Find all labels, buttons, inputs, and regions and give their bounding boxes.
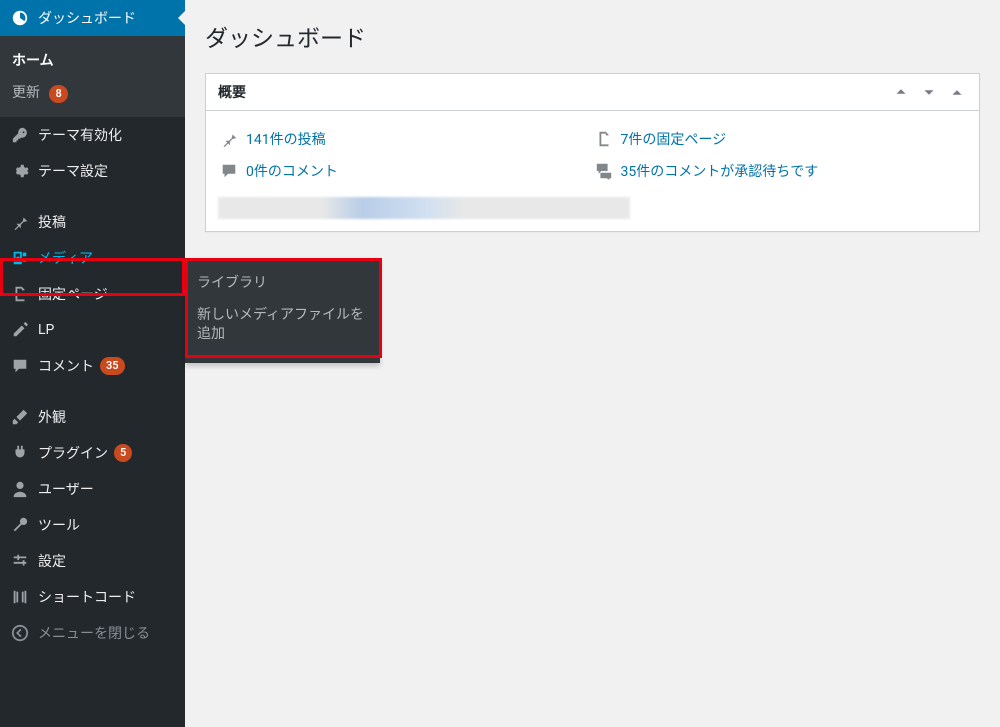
comment-icon bbox=[10, 356, 30, 376]
sidebar-item-settings[interactable]: 設定 bbox=[0, 543, 185, 579]
overview-posts-link[interactable]: 141件の投稿 bbox=[246, 129, 326, 149]
collapse-icon bbox=[10, 623, 30, 643]
comments-multi-icon bbox=[593, 162, 615, 180]
sidebar-item-label: 固定ページ bbox=[38, 284, 108, 304]
sidebar-item-label: メディア bbox=[38, 248, 93, 268]
sidebar-separator bbox=[0, 389, 185, 394]
overview-comments-row: 0件のコメント bbox=[218, 155, 593, 187]
sidebar-subitem-label: ホーム bbox=[12, 53, 54, 69]
overview-posts-row: 141件の投稿 bbox=[218, 123, 593, 155]
overview-blurred-info bbox=[218, 197, 630, 219]
sidebar-item-posts[interactable]: 投稿 bbox=[0, 204, 185, 240]
brush-icon bbox=[10, 407, 30, 427]
flyout-item-add-new[interactable]: 新しいメディアファイルを追加 bbox=[197, 300, 368, 351]
overview-header: 概要 bbox=[206, 74, 979, 111]
overview-pages-link[interactable]: 7件の固定ページ bbox=[621, 129, 727, 149]
sidebar-item-dashboard[interactable]: ダッシュボード bbox=[0, 0, 185, 36]
sidebar-item-label: ツール bbox=[38, 515, 80, 535]
pin-icon bbox=[10, 212, 30, 232]
sidebar-item-lp[interactable]: LP bbox=[0, 312, 185, 348]
plugins-badge: 5 bbox=[114, 444, 132, 462]
sidebar-subitem-label: 更新 bbox=[12, 85, 40, 101]
sidebar-item-label: プラグイン bbox=[38, 443, 108, 463]
sidebar-item-users[interactable]: ユーザー bbox=[0, 471, 185, 507]
media-flyout: ライブラリ 新しいメディアファイルを追加 bbox=[185, 258, 380, 363]
move-up-button[interactable] bbox=[891, 82, 911, 102]
updates-badge: 8 bbox=[49, 85, 67, 103]
sidebar-item-theme-settings[interactable]: テーマ設定 bbox=[0, 153, 185, 189]
sidebar-item-media[interactable]: メディア bbox=[0, 240, 185, 276]
gear-icon bbox=[10, 161, 30, 181]
edit-icon bbox=[10, 320, 30, 340]
sidebar-item-label: コメント bbox=[38, 356, 94, 376]
sidebar-item-label: LP bbox=[38, 322, 54, 338]
sliders-icon bbox=[10, 551, 30, 571]
media-icon bbox=[10, 248, 30, 268]
sidebar-item-label: 外観 bbox=[38, 407, 66, 427]
comments-badge: 35 bbox=[100, 357, 125, 375]
sidebar-item-label: 設定 bbox=[38, 551, 66, 571]
key-icon bbox=[10, 125, 30, 145]
sidebar-item-collapse[interactable]: メニューを閉じる bbox=[0, 615, 185, 651]
plugin-icon bbox=[10, 443, 30, 463]
flyout-item-library[interactable]: ライブラリ bbox=[197, 268, 368, 300]
overview-title: 概要 bbox=[218, 82, 246, 102]
sidebar-item-label: ショートコード bbox=[38, 587, 136, 607]
dashboard-icon bbox=[10, 8, 30, 28]
sidebar-item-label: メニューを閉じる bbox=[38, 623, 150, 643]
wrench-icon bbox=[10, 515, 30, 535]
sidebar-item-appearance[interactable]: 外観 bbox=[0, 399, 185, 435]
user-icon bbox=[10, 479, 30, 499]
brackets-icon bbox=[10, 587, 30, 607]
overview-comments-link[interactable]: 0件のコメント bbox=[246, 161, 338, 181]
pages-icon bbox=[10, 284, 30, 304]
admin-sidebar: ダッシュボード ホーム 更新 8 テーマ有効化 テーマ設定 投稿 メディア bbox=[0, 0, 185, 727]
pin-icon bbox=[218, 130, 240, 148]
overview-box: 概要 141件の投 bbox=[205, 73, 980, 232]
sidebar-item-tools[interactable]: ツール bbox=[0, 507, 185, 543]
sidebar-subitem-home[interactable]: ホーム bbox=[0, 44, 185, 76]
toggle-panel-button[interactable] bbox=[947, 82, 967, 102]
overview-pending-link[interactable]: 35件のコメントが承認待ちです bbox=[621, 161, 819, 181]
sidebar-item-theme-activate[interactable]: テーマ有効化 bbox=[0, 117, 185, 153]
overview-body: 141件の投稿 0件のコメント 7件の固定ページ bbox=[206, 111, 979, 231]
sidebar-item-label: ダッシュボード bbox=[38, 8, 136, 28]
sidebar-item-label: テーマ設定 bbox=[38, 161, 108, 181]
sidebar-item-pages[interactable]: 固定ページ bbox=[0, 276, 185, 312]
pages-icon bbox=[593, 130, 615, 148]
sidebar-separator bbox=[0, 194, 185, 199]
main-content: ダッシュボード 概要 bbox=[185, 0, 1000, 727]
overview-pending-row: 35件のコメントが承認待ちです bbox=[593, 155, 968, 187]
overview-actions bbox=[891, 82, 967, 102]
sidebar-item-comments[interactable]: コメント 35 bbox=[0, 348, 185, 384]
sidebar-item-label: ユーザー bbox=[38, 479, 94, 499]
sidebar-item-label: 投稿 bbox=[38, 212, 66, 232]
comment-icon bbox=[218, 162, 240, 180]
sidebar-item-plugins[interactable]: プラグイン 5 bbox=[0, 435, 185, 471]
sidebar-subitem-updates[interactable]: 更新 8 bbox=[0, 76, 185, 109]
sidebar-submenu-dashboard: ホーム 更新 8 bbox=[0, 36, 185, 117]
sidebar-item-label: テーマ有効化 bbox=[38, 125, 122, 145]
overview-pages-row: 7件の固定ページ bbox=[593, 123, 968, 155]
page-title: ダッシュボード bbox=[205, 10, 980, 73]
sidebar-item-shortcodes[interactable]: ショートコード bbox=[0, 579, 185, 615]
move-down-button[interactable] bbox=[919, 82, 939, 102]
